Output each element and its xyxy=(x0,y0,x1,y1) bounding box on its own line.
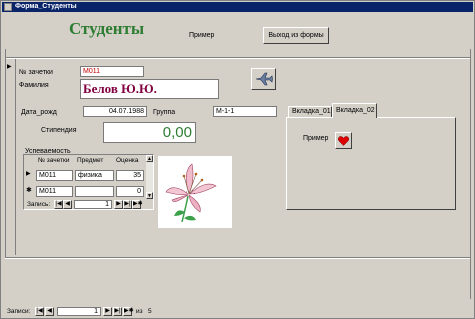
column-header-ocenka[interactable]: Оценка xyxy=(116,157,139,164)
subform-record-nav: Запись: |◀ ◀ 1 ▶ ▶| ▶✱ xyxy=(24,200,152,210)
header-divider xyxy=(5,57,471,59)
row-marker: ▶ xyxy=(26,171,31,177)
heart-button[interactable] xyxy=(335,132,352,149)
dob-label: Дата_рожд xyxy=(21,109,57,116)
form-nav-of-label: из xyxy=(136,308,143,315)
form-first-record-button[interactable]: |◀ xyxy=(35,307,44,316)
new-record-button[interactable]: ▶✱ xyxy=(132,200,143,209)
table-row[interactable]: ✱ М011 0 xyxy=(24,186,146,197)
grade-zachetka-cell[interactable]: М011 xyxy=(36,186,73,197)
exit-form-button[interactable]: Выход из формы xyxy=(263,27,329,44)
form-prev-record-button[interactable]: ◀ xyxy=(45,307,54,316)
next-record-button[interactable]: ▶ xyxy=(114,200,123,209)
subform-header-row: № зачетки Предмет Оценка xyxy=(24,155,146,165)
column-header-zachetka[interactable]: № зачетки xyxy=(38,157,69,164)
grade-ocenka-cell[interactable]: 0 xyxy=(116,186,144,197)
grade-zachetka-cell[interactable]: М011 xyxy=(36,170,73,181)
right-frame-line xyxy=(470,49,471,299)
form-last-record-button[interactable]: ▶| xyxy=(113,307,122,316)
zachetka-field[interactable]: М011 xyxy=(80,66,144,77)
scroll-down-arrow[interactable]: ▼ xyxy=(146,192,153,199)
group-label: Группа xyxy=(153,109,176,116)
title-bar[interactable]: Форма_Студенты xyxy=(2,2,473,12)
airplane-button[interactable] xyxy=(251,68,276,90)
familia-label: Фамилия xyxy=(19,82,49,89)
stipend-label: Стипендия xyxy=(41,127,77,134)
airplane-icon xyxy=(255,72,273,86)
form-new-record-button[interactable]: ▶✱ xyxy=(123,307,134,316)
form-icon xyxy=(4,3,12,11)
lily-flower-icon xyxy=(165,163,217,223)
group-field[interactable]: М-1-1 xyxy=(213,106,277,117)
stipend-field[interactable]: 0,00 xyxy=(103,122,196,143)
tab-label: Вкладка_02 xyxy=(336,107,375,114)
subform-nav-label: Запись: xyxy=(27,201,51,208)
header-primer-label: Пример xyxy=(189,32,215,39)
form-nav-total: 5 xyxy=(148,308,152,315)
grade-ocenka-cell[interactable]: 35 xyxy=(116,170,144,181)
flower-image xyxy=(158,156,232,228)
heart-icon xyxy=(338,135,349,146)
record-selector-arrow: ▶ xyxy=(7,64,12,70)
tab-label: Вкладка_01 xyxy=(292,108,331,115)
form-next-record-button[interactable]: ▶ xyxy=(103,307,112,316)
zachetka-label: № зачетки xyxy=(19,69,53,76)
column-header-predmet[interactable]: Предмет xyxy=(77,157,103,164)
tab-primer-label: Пример xyxy=(303,135,329,142)
grade-predmet-cell[interactable] xyxy=(75,186,114,197)
familia-field[interactable]: Белов Ю.Ю. xyxy=(80,79,219,99)
tab-vkladka-01[interactable]: Вкладка_01 xyxy=(288,106,332,117)
new-row-marker: ✱ xyxy=(26,187,32,194)
first-record-button[interactable]: |◀ xyxy=(54,200,63,209)
record-selector[interactable]: ▶ xyxy=(6,59,16,255)
tab-vkladka-02[interactable]: Вкладка_02 xyxy=(332,103,377,118)
dob-field[interactable]: 04.07.1988 xyxy=(83,106,147,117)
subform-record-number[interactable]: 1 xyxy=(74,200,112,209)
form-record-number[interactable]: 1 xyxy=(57,307,101,316)
form-header-title: Студенты xyxy=(69,19,145,38)
prev-record-button[interactable]: ◀ xyxy=(63,200,72,209)
grades-subform: № зачетки Предмет Оценка ▶ М011 физика 3… xyxy=(23,154,154,210)
form-nav-label: Записи: xyxy=(7,308,31,315)
subform-scrollbar[interactable]: ▲ ▼ xyxy=(146,155,153,199)
grade-predmet-cell[interactable]: физика xyxy=(75,170,114,181)
window-title: Форма_Студенты xyxy=(15,3,77,10)
scroll-up-arrow[interactable]: ▲ xyxy=(146,155,153,162)
form-window: Форма_Студенты Студенты Пример Выход из … xyxy=(0,0,475,319)
form-record-nav: Записи: |◀ ◀ 1 ▶ ▶| ▶✱ из 5 xyxy=(5,307,205,317)
detail-bottom-divider xyxy=(5,257,471,259)
table-row[interactable]: ▶ М011 физика 35 xyxy=(24,170,146,181)
last-record-button[interactable]: ▶| xyxy=(123,200,132,209)
tab-page-content: Пример xyxy=(286,117,456,210)
